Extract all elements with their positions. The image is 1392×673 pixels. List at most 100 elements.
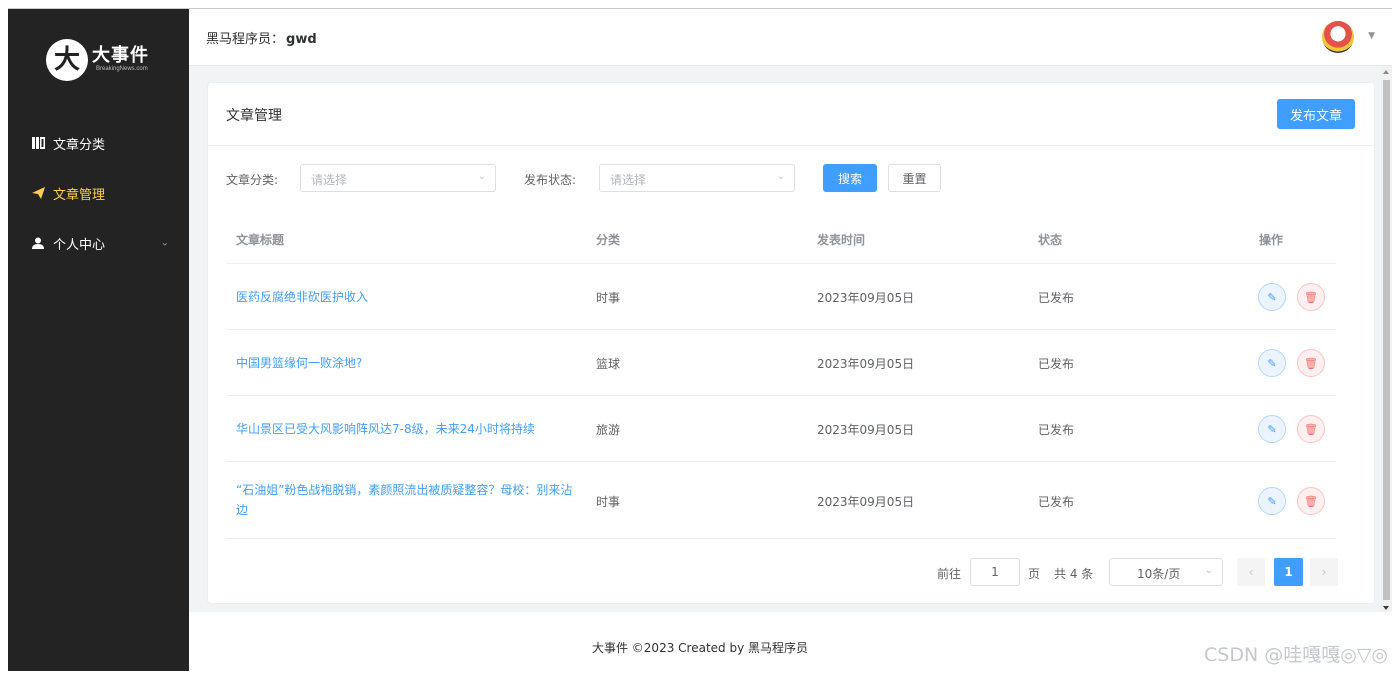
trash-icon: 🗑 xyxy=(1304,356,1318,370)
edit-icon: ✎ xyxy=(1267,290,1277,304)
scroll-down-arrow[interactable] xyxy=(1383,606,1389,610)
edit-button[interactable]: ✎ xyxy=(1258,415,1286,443)
caret-down-icon[interactable]: ▼ xyxy=(1368,31,1375,41)
page-number-current[interactable]: 1 xyxy=(1274,558,1303,586)
table-header: 文章标题 分类 发表时间 状态 操作 xyxy=(226,214,1336,264)
page-title: 文章管理 xyxy=(226,108,282,124)
avatar[interactable] xyxy=(1322,21,1354,53)
main-content: 文章管理 发布文章 文章分类: 请选择 ⌄ 发布状态: 请选择 ⌄ 搜索 重置 xyxy=(189,66,1392,612)
app-window: 大 大事件 BreakingNews.com 文章分类 文章管理 个人中心 ⌄ xyxy=(8,8,1392,671)
article-date: 2023年09月05日 xyxy=(817,495,915,509)
sidebar-item-article-manage[interactable]: 文章管理 xyxy=(8,168,189,218)
sidebar-item-user-center[interactable]: 个人中心 ⌄ xyxy=(8,218,189,268)
article-title-link[interactable]: 华山景区已受大风影响阵风达7-8级，未来24小时将持续 xyxy=(236,419,576,439)
page-size-value: 10条/页 xyxy=(1137,567,1181,581)
table-row: “石油姐”粉色战袍脱销，素颜照流出被质疑整容？母校：别来沾边 时事 2023年0… xyxy=(226,462,1336,539)
chevron-down-icon: ⌄ xyxy=(477,171,486,182)
article-state: 已发布 xyxy=(1038,291,1075,305)
top-header: 黑马程序员： gwd ▼ xyxy=(189,9,1392,66)
watermark: CSDN @哇嘎嘎◎▽◎ xyxy=(1204,644,1388,666)
header-prefix: 黑马程序员： xyxy=(206,32,285,47)
scroll-up-arrow[interactable] xyxy=(1383,70,1389,74)
article-category: 时事 xyxy=(596,291,621,305)
search-button[interactable]: 搜索 xyxy=(823,164,877,192)
article-date: 2023年09月05日 xyxy=(817,357,915,371)
article-title-link[interactable]: 医药反腐绝非砍医护收入 xyxy=(236,287,576,307)
table-row: 中国男篮缘何一败涂地? 篮球 2023年09月05日 已发布 ✎ 🗑 xyxy=(226,330,1336,396)
header-greeting: 黑马程序员： gwd xyxy=(206,28,317,47)
paper-plane-icon xyxy=(31,186,45,200)
column-header-actions: 操作 xyxy=(1259,233,1284,247)
publish-article-button[interactable]: 发布文章 xyxy=(1277,99,1355,129)
article-date: 2023年09月05日 xyxy=(817,423,915,437)
sidebar-item-label: 文章管理 xyxy=(53,187,106,203)
page-jump-input[interactable]: 1 xyxy=(970,558,1020,586)
footer-copyright: 大事件 ©2023 Created by 黑马程序员 xyxy=(591,641,808,655)
edit-button[interactable]: ✎ xyxy=(1258,283,1286,311)
table-row: 华山景区已受大风影响阵风达7-8级，未来24小时将持续 旅游 2023年09月0… xyxy=(226,396,1336,462)
state-select-placeholder: 请选择 xyxy=(610,173,647,187)
table-row: 医药反腐绝非砍医护收入 时事 2023年09月05日 已发布 ✎ 🗑 xyxy=(226,264,1336,330)
next-page-button[interactable]: › xyxy=(1310,558,1338,586)
pagination-goto-label: 前往 xyxy=(937,567,962,581)
column-header-date: 发表时间 xyxy=(817,233,866,247)
state-filter-label: 发布状态: xyxy=(524,173,577,187)
trash-icon: 🗑 xyxy=(1304,422,1318,436)
edit-button[interactable]: ✎ xyxy=(1258,487,1286,515)
page-size-select[interactable]: 10条/页 ⌄ xyxy=(1109,558,1223,586)
article-state: 已发布 xyxy=(1038,495,1075,509)
main-scrollbar[interactable] xyxy=(1381,66,1392,612)
article-category: 篮球 xyxy=(596,357,621,371)
edit-icon: ✎ xyxy=(1267,356,1277,370)
edit-button[interactable]: ✎ xyxy=(1258,349,1286,377)
book-icon xyxy=(31,136,45,150)
card-header: 文章管理 发布文章 xyxy=(208,83,1374,146)
delete-button[interactable]: 🗑 xyxy=(1297,487,1325,515)
delete-button[interactable]: 🗑 xyxy=(1297,349,1325,377)
prev-page-button[interactable]: ‹ xyxy=(1237,558,1265,586)
article-title-link[interactable]: “石油姐”粉色战袍脱销，素颜照流出被质疑整容？母校：别来沾边 xyxy=(236,480,576,520)
category-select[interactable]: 请选择 ⌄ xyxy=(300,164,496,192)
state-select[interactable]: 请选择 ⌄ xyxy=(599,164,795,192)
user-icon xyxy=(31,236,45,250)
edit-icon: ✎ xyxy=(1267,494,1277,508)
chevron-right-icon: › xyxy=(1321,565,1327,579)
filter-form: 文章分类: 请选择 ⌄ 发布状态: 请选择 ⌄ 搜索 重置 xyxy=(226,164,1356,194)
chevron-down-icon: ⌄ xyxy=(776,171,785,182)
reset-button[interactable]: 重置 xyxy=(888,164,941,192)
article-table: 文章标题 分类 发表时间 状态 操作 医药反腐绝非砍医护收入 时事 2023年0… xyxy=(226,214,1336,539)
sidebar-item-label: 个人中心 xyxy=(53,237,106,253)
column-header-title: 文章标题 xyxy=(236,233,285,247)
logo-name: 大事件 xyxy=(92,45,149,66)
article-date: 2023年09月05日 xyxy=(817,291,915,305)
scroll-thumb[interactable] xyxy=(1383,80,1390,600)
article-category: 时事 xyxy=(596,495,621,509)
category-select-placeholder: 请选择 xyxy=(311,173,348,187)
category-filter-label: 文章分类: xyxy=(226,173,279,187)
article-title-link[interactable]: 中国男篮缘何一败涂地? xyxy=(236,353,576,373)
chevron-down-icon: ⌄ xyxy=(160,237,169,249)
pagination-page-unit: 页 xyxy=(1028,567,1041,581)
logo-mark: 大 xyxy=(46,39,88,81)
column-header-category: 分类 xyxy=(596,233,621,247)
chevron-left-icon: ‹ xyxy=(1248,565,1254,579)
header-username: gwd xyxy=(286,32,317,47)
edit-icon: ✎ xyxy=(1267,422,1277,436)
pagination-total: 共 4 条 xyxy=(1054,567,1094,581)
delete-button[interactable]: 🗑 xyxy=(1297,415,1325,443)
sidebar-item-label: 文章分类 xyxy=(53,137,106,153)
logo: 大 大事件 BreakingNews.com xyxy=(46,39,156,87)
column-header-state: 状态 xyxy=(1038,233,1063,247)
article-card: 文章管理 发布文章 文章分类: 请选择 ⌄ 发布状态: 请选择 ⌄ 搜索 重置 xyxy=(207,82,1375,604)
sidebar: 大 大事件 BreakingNews.com 文章分类 文章管理 个人中心 ⌄ xyxy=(8,9,189,671)
pagination: 前往 1 页 共 4 条 10条/页 ⌄ ‹ 1 › xyxy=(208,558,1376,588)
article-state: 已发布 xyxy=(1038,423,1075,437)
article-category: 旅游 xyxy=(596,423,621,437)
delete-button[interactable]: 🗑 xyxy=(1297,283,1325,311)
trash-icon: 🗑 xyxy=(1304,290,1318,304)
chevron-down-icon: ⌄ xyxy=(1204,565,1213,576)
logo-tagline: BreakingNews.com xyxy=(96,66,148,72)
sidebar-item-article-category[interactable]: 文章分类 xyxy=(8,118,189,168)
trash-icon: 🗑 xyxy=(1304,494,1318,508)
article-state: 已发布 xyxy=(1038,357,1075,371)
